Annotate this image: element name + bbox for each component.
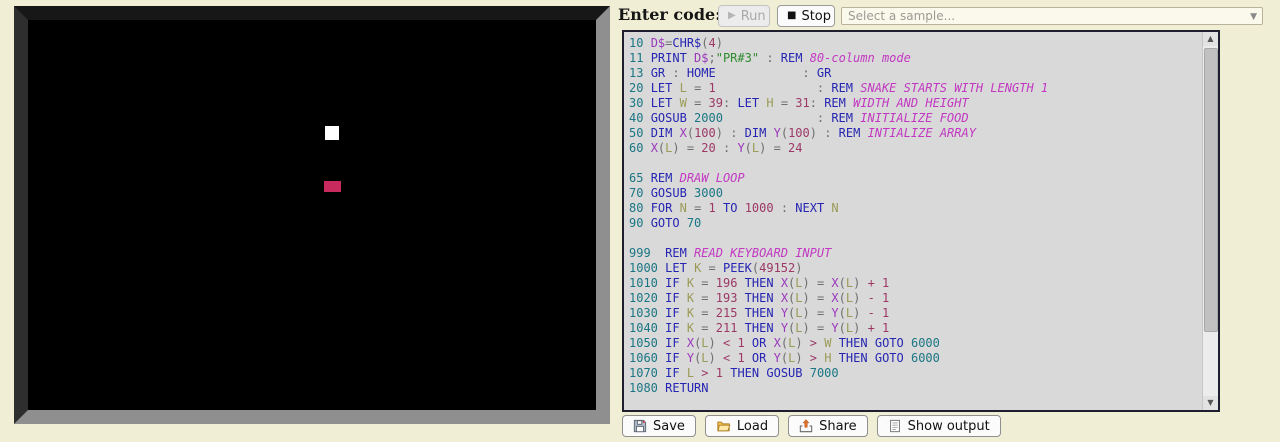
share-button[interactable]: Share — [788, 415, 868, 437]
food-block — [324, 181, 341, 192]
save-button[interactable]: Save — [622, 415, 696, 437]
save-button-label: Save — [653, 419, 685, 434]
output-document-icon — [888, 419, 902, 433]
enter-code-label: Enter code: — [618, 5, 721, 24]
save-icon — [633, 419, 647, 433]
code-panel: Enter code: ▶ Run ■ Stop Select a sample… — [618, 0, 1280, 442]
sample-select[interactable]: Select a sample... ▼ — [841, 7, 1263, 25]
down-arrow-icon: ▼ — [1207, 398, 1213, 407]
stop-button[interactable]: ■ Stop — [777, 5, 835, 27]
editor-scrollbar[interactable]: ▲ ▼ — [1202, 32, 1218, 410]
share-icon — [799, 419, 813, 433]
code-editor-frame: 10 D$=CHR$(4) 11 PRINT D$;"PR#3" : REM 8… — [622, 30, 1220, 412]
share-button-label: Share — [819, 419, 857, 434]
run-button[interactable]: ▶ Run — [718, 5, 770, 27]
code-editor[interactable]: 10 D$=CHR$(4) 11 PRINT D$;"PR#3" : REM 8… — [624, 32, 1218, 412]
stop-button-label: Stop — [801, 9, 831, 24]
scroll-down-button[interactable]: ▼ — [1203, 396, 1218, 410]
load-button-label: Load — [737, 419, 768, 434]
play-icon: ▶ — [728, 11, 736, 21]
sample-select-value: Select a sample... — [848, 9, 955, 23]
scroll-up-button[interactable]: ▲ — [1203, 32, 1218, 46]
load-button[interactable]: Load — [705, 415, 779, 437]
folder-icon — [716, 419, 731, 433]
chevron-down-icon: ▼ — [1250, 12, 1257, 22]
show-output-button-label: Show output — [908, 419, 990, 434]
stop-icon: ■ — [787, 11, 796, 21]
game-screen[interactable] — [28, 20, 596, 410]
snake-block — [325, 126, 339, 140]
up-arrow-icon: ▲ — [1207, 34, 1213, 43]
run-button-label: Run — [741, 9, 766, 24]
show-output-button[interactable]: Show output — [877, 415, 1001, 437]
file-actions: Save Load Share Show output — [622, 415, 1001, 437]
app-root: { "header": { "title": "Enter code:", "r… — [0, 0, 1280, 442]
monitor-bezel — [14, 6, 610, 424]
scrollbar-thumb[interactable] — [1204, 48, 1218, 332]
